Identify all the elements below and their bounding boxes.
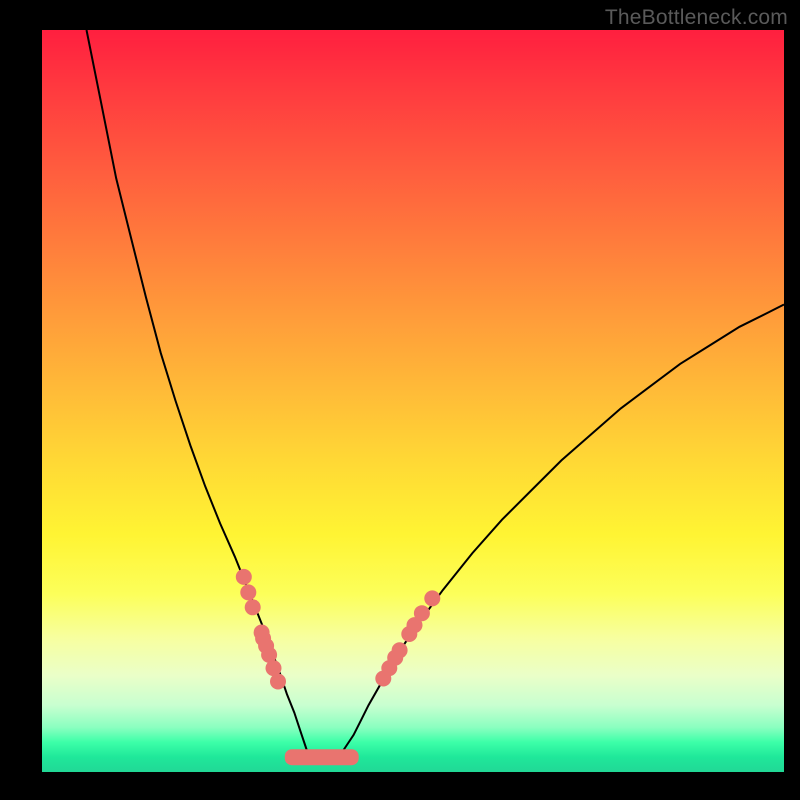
data-point xyxy=(414,605,430,621)
data-point xyxy=(245,599,261,615)
curve-right-branch xyxy=(339,305,784,758)
data-point xyxy=(424,590,440,606)
trough-pill xyxy=(285,749,359,765)
data-point xyxy=(236,569,252,585)
data-point xyxy=(240,584,256,600)
plot-area xyxy=(42,30,784,772)
data-point xyxy=(392,642,408,658)
marker-group xyxy=(236,569,440,690)
chart-overlay xyxy=(42,30,784,772)
outer-frame: TheBottleneck.com xyxy=(0,0,800,800)
watermark-text: TheBottleneck.com xyxy=(605,6,788,30)
curve-left-branch xyxy=(87,30,310,757)
data-point xyxy=(270,674,286,690)
